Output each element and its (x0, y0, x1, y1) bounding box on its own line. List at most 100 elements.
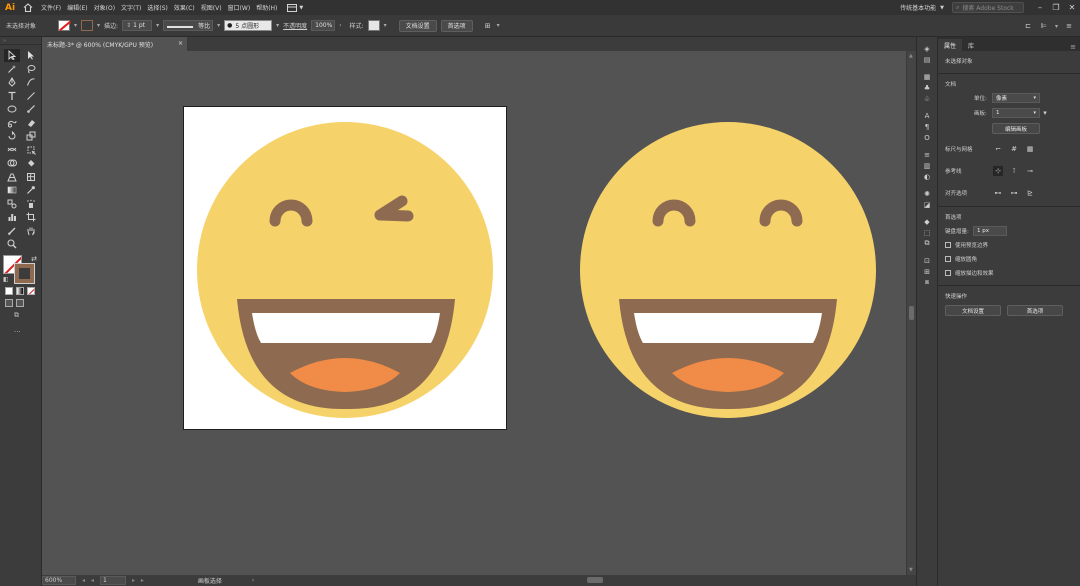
mesh-tool-icon[interactable] (23, 171, 39, 184)
menu-file[interactable]: 文件(F) (41, 3, 61, 12)
units-select[interactable]: 像素 ▾ (992, 93, 1040, 103)
smart-guides-icon[interactable]: ⊸ (1025, 166, 1035, 176)
transform-icon[interactable]: ⊡ (917, 255, 937, 266)
snap-to-grid-icon[interactable]: ⊵ (1025, 188, 1035, 198)
pen-tool-icon[interactable] (4, 76, 20, 89)
vertical-scroll-thumb[interactable] (909, 306, 914, 320)
chevron-right-icon[interactable]: › (339, 22, 341, 29)
menu-help[interactable]: 帮助(H) (256, 3, 277, 12)
appearance-icon[interactable]: ✺ (917, 188, 937, 199)
wink-laughing-emoji[interactable] (197, 121, 497, 421)
quick-preferences-button[interactable]: 首选项 (1007, 305, 1063, 316)
keyboard-increment-input[interactable]: 1 px (973, 226, 1007, 236)
panel-grip[interactable]: » (0, 37, 41, 45)
curvature-tool-icon[interactable] (23, 76, 39, 89)
graphic-style-swatch[interactable] (367, 20, 380, 31)
close-window-button[interactable]: ✕ (1064, 0, 1080, 15)
guides-icon[interactable]: ⊹ (993, 166, 1003, 176)
eraser-tool-icon[interactable] (23, 117, 39, 130)
snap-to-pixel-icon[interactable]: ⊶ (1009, 188, 1019, 198)
color-mode-icon[interactable] (5, 286, 13, 295)
blend-tool-icon[interactable] (4, 198, 20, 211)
transparency-grid-icon[interactable]: ▦ (1025, 144, 1035, 154)
direct-selection-tool-icon[interactable] (23, 49, 39, 62)
brush-definition[interactable]: ● 5 点圆形 (224, 20, 273, 31)
preferences-button[interactable]: 首选项 (440, 19, 473, 32)
home-icon[interactable] (21, 1, 35, 15)
asset-export-icon[interactable]: ⧉ (917, 238, 937, 249)
layers-icon[interactable]: ▤ (917, 54, 937, 65)
shaper-tool-icon[interactable] (4, 117, 20, 130)
tab-properties[interactable]: 属性 (938, 39, 963, 51)
vertical-scrollbar[interactable]: ▲ ▼ (906, 51, 916, 575)
menu-effect[interactable]: 效果(C) (174, 3, 195, 12)
properties-panel-icon[interactable]: ◈ (917, 43, 937, 54)
gradient-panel-icon[interactable]: ▥ (917, 160, 937, 171)
panel-menu-icon[interactable]: ≡ (1064, 21, 1074, 31)
opentype-icon[interactable]: O (917, 132, 937, 143)
rotate-tool-icon[interactable] (4, 130, 20, 143)
scale-strokes-row[interactable]: 缩放描边和效果 (938, 269, 1080, 277)
scroll-up-icon[interactable]: ▲ (909, 53, 913, 59)
live-paint-bucket-tool-icon[interactable] (23, 157, 39, 170)
column-graph-tool-icon[interactable] (4, 211, 20, 224)
artboard-next-icon[interactable]: ▸ ▸ (132, 577, 146, 584)
chevron-down-icon[interactable]: ▼ (940, 5, 944, 11)
maximize-button[interactable]: ❐ (1048, 0, 1064, 15)
minimize-button[interactable]: – (1032, 0, 1048, 15)
stroke-weight-input[interactable]: ⇕ 1 pt (122, 20, 153, 31)
draw-behind-icon[interactable] (16, 298, 24, 307)
libraries-icon[interactable]: ▦ (917, 71, 937, 82)
status-text[interactable]: 画板选择 (198, 576, 222, 585)
opacity-label[interactable]: 不透明度 (283, 21, 307, 30)
preview-bounds-checkbox[interactable] (945, 242, 951, 248)
menu-select[interactable]: 选择(S) (147, 3, 168, 12)
grid-icon[interactable]: # (1009, 144, 1019, 154)
quick-document-setup-button[interactable]: 文档设置 (945, 305, 1001, 316)
artboard-tool-icon[interactable] (23, 211, 39, 224)
swap-fill-stroke-icon[interactable]: ⇄ (31, 255, 37, 263)
opacity-input[interactable]: 100% (311, 20, 336, 31)
zoom-level-input[interactable]: 600% (42, 576, 76, 585)
align-panel-icon[interactable]: ⊞ (917, 266, 937, 277)
draw-normal-icon[interactable] (5, 298, 13, 307)
horizontal-scroll-thumb[interactable] (587, 577, 603, 583)
type-tool-icon[interactable] (4, 90, 20, 103)
chevron-down-icon[interactable]: ▾ (1055, 23, 1058, 30)
panel-menu-icon[interactable]: ≡ (1070, 43, 1076, 51)
chevron-down-icon[interactable]: ▾ (384, 22, 387, 29)
edit-artboards-button[interactable]: 编辑画板 (992, 123, 1040, 134)
magic-wand-tool-icon[interactable] (4, 63, 20, 76)
artboard-options-icon[interactable]: ▾ (1040, 108, 1050, 118)
document-setup-button[interactable]: 文档设置 (398, 19, 437, 32)
width-tool-icon[interactable] (4, 144, 20, 157)
gradient-tool-icon[interactable] (4, 184, 20, 197)
chevron-down-icon[interactable]: ▾ (97, 22, 100, 29)
none-mode-icon[interactable] (27, 286, 35, 295)
chevron-right-icon[interactable]: › (252, 577, 254, 584)
hand-tool-icon[interactable] (23, 225, 39, 238)
stroke-swatch[interactable] (81, 20, 94, 31)
menu-window[interactable]: 窗口(W) (228, 3, 251, 12)
artboard-select[interactable]: 1 ▾ (992, 108, 1040, 118)
arrange-icon[interactable]: ⊞ (483, 21, 493, 31)
scale-tool-icon[interactable] (23, 130, 39, 143)
workspace-switcher[interactable]: 传统基本功能 (900, 3, 936, 12)
scale-corners-checkbox[interactable] (945, 256, 951, 262)
layers-panel-icon[interactable]: ◆ (917, 216, 937, 227)
stock-search-input[interactable]: ⌕ 搜索 Adobe Stock (952, 2, 1024, 13)
canvas-area[interactable] (42, 51, 906, 575)
free-transform-tool-icon[interactable] (23, 144, 39, 157)
default-colors-icon[interactable]: ◧ (3, 276, 9, 283)
chevron-down-icon[interactable]: ▾ (156, 22, 159, 29)
perspective-grid-tool-icon[interactable] (4, 171, 20, 184)
stroke-color-swatch[interactable] (14, 262, 35, 284)
symbols-icon[interactable]: ♣ (917, 82, 937, 93)
artboards-icon[interactable]: ⬚ (917, 227, 937, 238)
menu-view[interactable]: 视图(V) (201, 3, 222, 12)
gradient-mode-icon[interactable] (16, 286, 24, 295)
ruler-icon[interactable]: ⌐ (993, 144, 1003, 154)
artboard-number-input[interactable]: 1 (99, 576, 126, 585)
line-segment-tool-icon[interactable] (23, 90, 39, 103)
transparency-icon[interactable]: ◐ (917, 171, 937, 182)
